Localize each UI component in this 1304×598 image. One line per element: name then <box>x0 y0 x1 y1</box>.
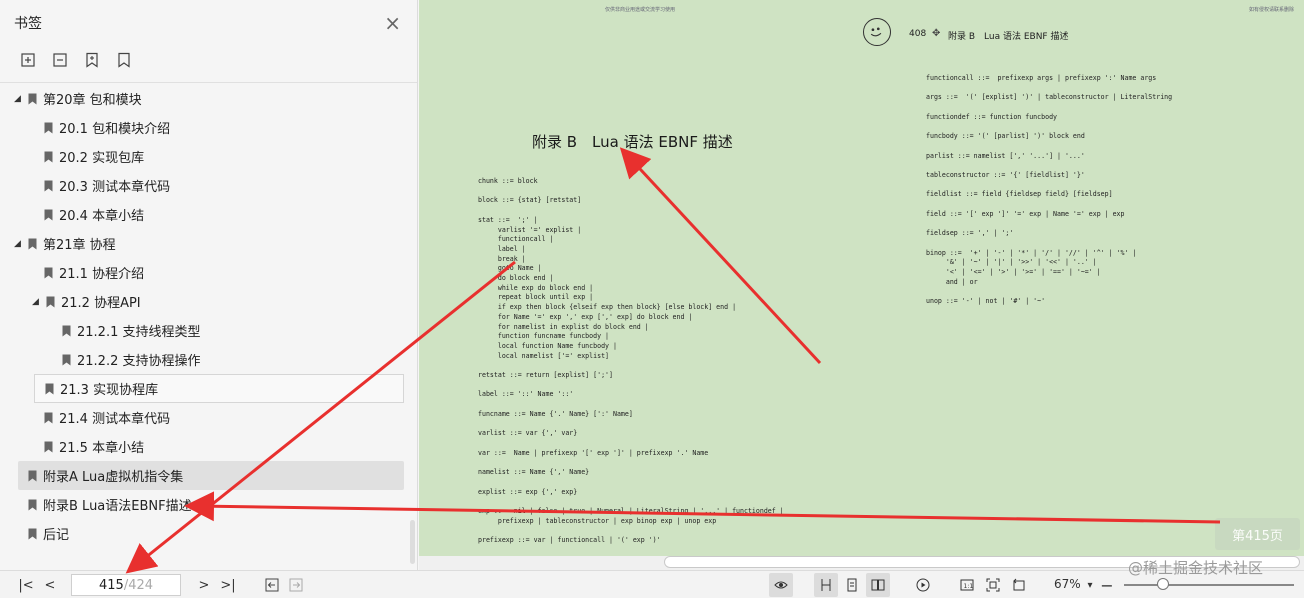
bookmark-icon <box>28 528 37 540</box>
page-header-note: 仅供非商业用途或交流学习使用 <box>605 7 676 13</box>
zoom-slider-handle[interactable] <box>1157 578 1170 590</box>
single-page-view-icon[interactable] <box>814 573 838 597</box>
play-icon[interactable] <box>913 575 933 595</box>
bookmark-label: 第20章 包和模块 <box>43 93 142 108</box>
expand-caret-icon[interactable]: ◢ <box>32 297 42 307</box>
bookmark-label: 20.4 本章小结 <box>59 209 145 224</box>
total-pages: /424 <box>123 577 154 593</box>
bookmark-icon <box>28 238 37 250</box>
bookmark-21-4[interactable]: 21.4 测试本章代码 <box>0 403 410 432</box>
bookmark-label: 第21章 协程 <box>43 238 116 253</box>
bookmark-icon <box>44 209 53 221</box>
prev-page-icon[interactable]: < <box>40 575 60 595</box>
bookmark-20-4[interactable]: 20.4 本章小结 <box>0 200 410 229</box>
bookmark-label: 附录B Lua语法EBNF描述 <box>43 499 192 514</box>
bookmark-icon <box>46 296 55 308</box>
expand-caret-icon[interactable]: ◢ <box>14 94 24 104</box>
actual-size-icon[interactable]: 1:1 <box>957 575 977 595</box>
bookmark-icon <box>44 122 53 134</box>
close-icon[interactable]: × <box>384 13 401 33</box>
bookmark-appendix-b[interactable]: 附录B Lua语法EBNF描述 <box>0 490 410 519</box>
document-page: 仅供非商业用途或交流学习使用 如有侵权请联系删除 408 ✥ 附录 B Lua … <box>419 0 1304 556</box>
sidebar-toolbar <box>0 46 417 74</box>
first-page-icon[interactable]: |< <box>16 575 36 595</box>
bookmark-icon <box>28 93 37 105</box>
document-viewer[interactable]: 仅供非商业用途或交流学习使用 如有侵权请联系删除 408 ✥ 附录 B Lua … <box>419 0 1304 570</box>
ornament-icon: ✥ <box>932 28 941 39</box>
eye-protection-icon[interactable] <box>769 573 793 597</box>
sidebar-header: 书签 × <box>0 0 417 46</box>
appendix-title: 附录 B Lua 语法 EBNF 描述 <box>532 133 733 151</box>
bookmark-label: 后记 <box>43 528 70 543</box>
page-number: 408 <box>909 29 927 39</box>
page-number-input[interactable]: 415/424 <box>71 574 181 596</box>
bookmark-icon <box>28 499 37 511</box>
bookmark-tree: ◢ 第20章 包和模块 20.1 包和模块介绍 20.2 实现包库 20.3 测试… <box>0 84 410 548</box>
bookmark-chapter-21[interactable]: ◢ 第21章 协程 <box>0 229 410 258</box>
page-indicator-badge: 第415页 <box>1215 518 1300 550</box>
bookmark-label: 21.5 本章小结 <box>59 441 145 456</box>
bottom-toolbar: |< < 415/424 > >| 1:1 67% ▾ − <box>0 570 1304 598</box>
bookmark-21-1[interactable]: 21.1 协程介绍 <box>0 258 410 287</box>
bookmark-icon <box>44 180 53 192</box>
bookmark-label: 21.2.1 支持线程类型 <box>77 325 201 340</box>
ebnf-code-left: chunk ::= block block ::= {stat} [retsta… <box>478 177 784 545</box>
add-bookmark-icon[interactable] <box>84 52 100 68</box>
bookmark-icon <box>62 325 71 337</box>
bookmark-label: 21.2 协程API <box>61 296 141 311</box>
bookmark-21-3[interactable]: 21.3 实现协程库 <box>34 374 404 403</box>
bookmark-label: 21.1 协程介绍 <box>59 267 145 282</box>
bookmark-icon <box>44 267 53 279</box>
bookmark-icon <box>28 470 37 482</box>
bookmark-icon[interactable] <box>116 52 132 68</box>
bookmark-20-1[interactable]: 20.1 包和模块介绍 <box>0 113 410 142</box>
two-page-view-icon[interactable] <box>866 573 890 597</box>
bookmark-icon <box>45 383 54 395</box>
page-header-note-right: 如有侵权请联系删除 <box>1248 7 1294 13</box>
watermark: @稀土掘金技术社区 <box>1128 559 1264 577</box>
bookmark-21-2[interactable]: ◢ 21.2 协程API <box>0 287 410 316</box>
expand-bookmark-icon[interactable] <box>20 52 36 68</box>
sidebar-divider <box>0 82 417 83</box>
last-page-icon[interactable]: >| <box>218 575 238 595</box>
running-header: 附录 B Lua 语法 EBNF 描述 <box>948 32 1069 42</box>
svg-text:1:1: 1:1 <box>964 583 974 590</box>
bookmark-label: 21.4 测试本章代码 <box>59 412 171 427</box>
current-page: 415 <box>98 577 124 593</box>
back-icon[interactable] <box>262 575 282 595</box>
bookmark-label: 20.1 包和模块介绍 <box>59 122 171 137</box>
fit-page-icon[interactable] <box>983 575 1003 595</box>
bookmark-label: 20.3 测试本章代码 <box>59 180 171 195</box>
bookmark-icon <box>62 354 71 366</box>
bookmark-icon <box>44 151 53 163</box>
bookmark-appendix-a[interactable]: 附录A Lua虚拟机指令集 <box>18 461 404 490</box>
bookmark-20-3[interactable]: 20.3 测试本章代码 <box>0 171 410 200</box>
zoom-level[interactable]: 67% <box>1054 577 1081 591</box>
bookmark-21-2-2[interactable]: 21.2.2 支持协程操作 <box>0 345 410 374</box>
bookmark-icon <box>44 441 53 453</box>
bookmark-21-2-1[interactable]: 21.2.1 支持线程类型 <box>0 316 410 345</box>
forward-icon[interactable] <box>286 575 306 595</box>
bookmark-label: 20.2 实现包库 <box>59 151 145 166</box>
bookmark-label: 21.3 实现协程库 <box>60 383 159 398</box>
rotate-icon[interactable] <box>1009 575 1029 595</box>
bookmark-label: 21.2.2 支持协程操作 <box>77 354 201 369</box>
publisher-logo-icon <box>863 18 891 46</box>
bookmark-sidebar: 书签 × ◢ 第20章 包和模块 20.1 包和模块介绍 20.2 实现包库 20… <box>0 0 418 570</box>
zoom-out-icon[interactable]: − <box>1097 575 1117 595</box>
zoom-slider[interactable] <box>1124 584 1294 586</box>
bookmark-20-2[interactable]: 20.2 实现包库 <box>0 142 410 171</box>
collapse-bookmark-icon[interactable] <box>52 52 68 68</box>
bookmark-icon <box>44 412 53 424</box>
next-page-icon[interactable]: > <box>194 575 214 595</box>
bookmark-21-5[interactable]: 21.5 本章小结 <box>0 432 410 461</box>
bookmark-label: 附录A Lua虚拟机指令集 <box>43 470 184 485</box>
expand-caret-icon[interactable]: ◢ <box>14 239 24 249</box>
sidebar-title: 书签 <box>14 16 42 32</box>
sidebar-scrollbar[interactable] <box>410 520 415 564</box>
ebnf-code-right: functioncall ::= prefixexp args | prefix… <box>926 74 1173 306</box>
bookmark-chapter-20[interactable]: ◢ 第20章 包和模块 <box>0 84 410 113</box>
continuous-view-icon[interactable] <box>842 575 862 595</box>
bookmark-afterword[interactable]: 后记 <box>0 519 410 548</box>
